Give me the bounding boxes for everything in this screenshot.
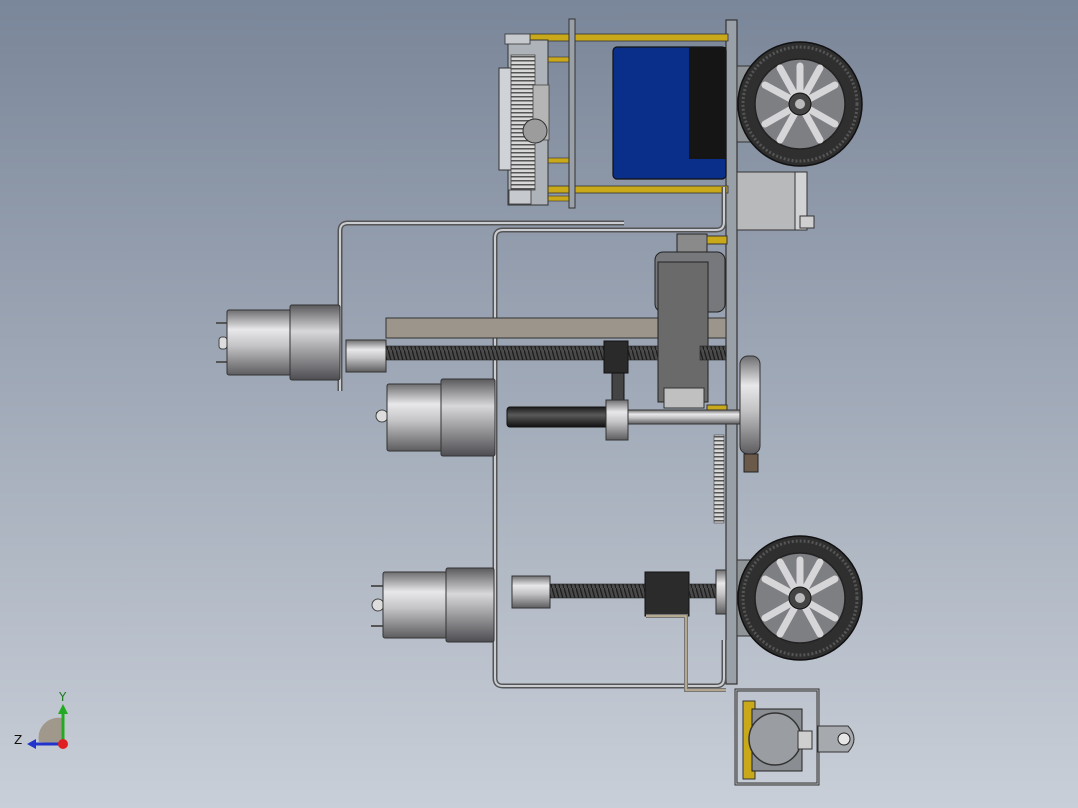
drive-shaft[interactable] [506,406,612,428]
lead-screw-upper-end [699,345,727,361]
triad-y-label: Y [58,690,67,704]
board-top [504,33,531,45]
board-bottom [508,189,532,205]
standoff [529,33,729,42]
gear-rack [713,434,725,524]
base-plate[interactable] [725,19,738,685]
triad-origin [58,739,68,749]
standoff-plate [568,18,576,209]
model-view[interactable]: Y Z [0,0,1078,808]
lead-screw-lower[interactable] [549,583,649,599]
drive-motor-block[interactable] [736,171,815,231]
cad-viewport[interactable]: Y Z [0,0,1078,808]
board-capacitor [522,118,548,144]
battery-cap [689,47,726,159]
wheel-lower[interactable] [736,535,863,661]
triad-z-label: Z [14,733,22,747]
wheel-upper[interactable] [736,41,863,167]
standoff [529,185,729,194]
gearmotor-middle[interactable] [375,378,496,457]
